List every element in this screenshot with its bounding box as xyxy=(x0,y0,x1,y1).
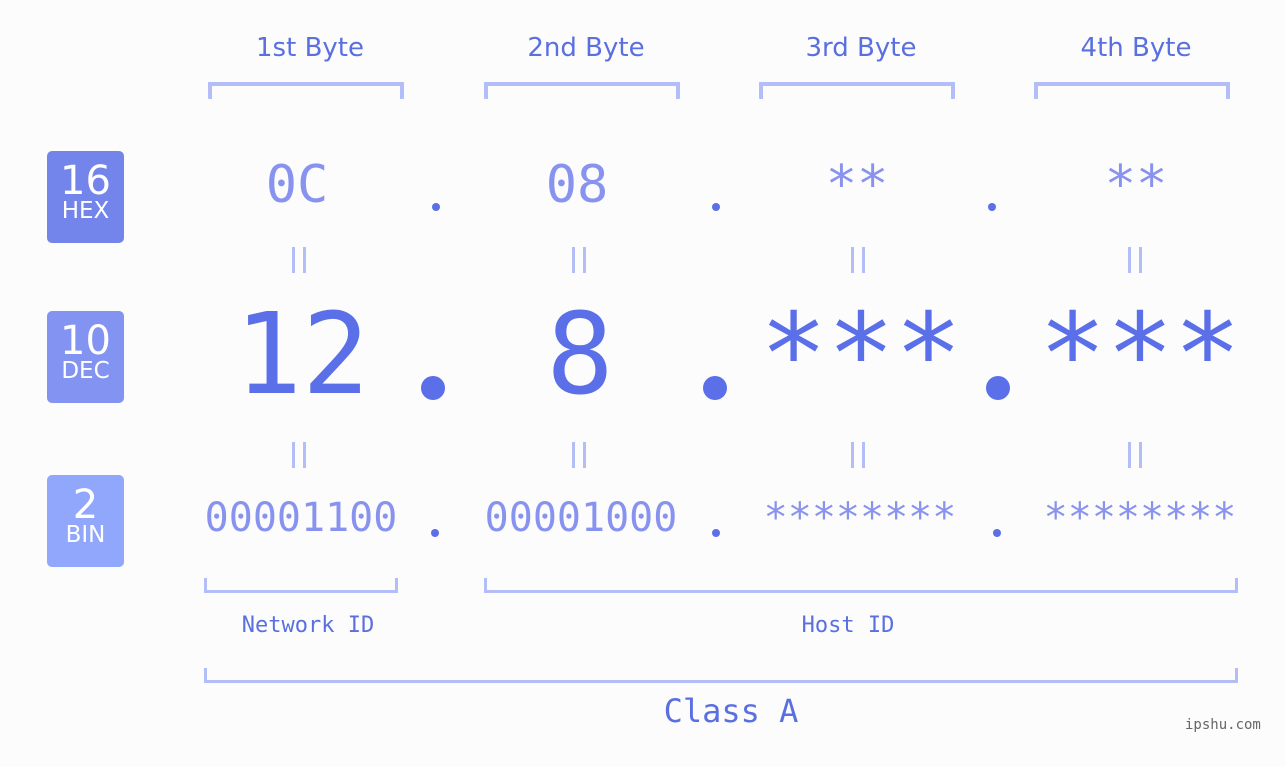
bin-badge-label: BIN xyxy=(65,522,106,548)
byte-bracket-4 xyxy=(1034,82,1230,99)
hex-separator-1 xyxy=(432,203,440,211)
dec-badge-number: 10 xyxy=(60,318,111,364)
byte-bracket-3 xyxy=(759,82,955,99)
dec-separator-3 xyxy=(986,376,1010,400)
hex-badge: 16 HEX xyxy=(47,151,124,243)
bin-byte-4: ******** xyxy=(1043,495,1237,541)
byte-header-4: 4th Byte xyxy=(1080,33,1192,63)
equals-icon xyxy=(572,442,586,468)
bin-badge: 2 BIN xyxy=(47,475,124,567)
hex-byte-2: 08 xyxy=(545,155,609,215)
byte-header-1: 1st Byte xyxy=(256,33,364,63)
equals-icon xyxy=(1128,442,1142,468)
byte-header-2: 2nd Byte xyxy=(527,33,645,63)
hex-separator-2 xyxy=(712,203,720,211)
bin-byte-2: 00001000 xyxy=(484,495,678,541)
hex-badge-label: HEX xyxy=(61,198,110,224)
network-id-bracket xyxy=(204,578,398,593)
byte-bracket-1 xyxy=(208,82,404,99)
watermark: ipshu.com xyxy=(1185,717,1261,733)
class-bracket xyxy=(204,668,1238,683)
byte-bracket-2 xyxy=(484,82,680,99)
equals-icon xyxy=(572,247,586,273)
dec-byte-1: 12 xyxy=(234,290,370,420)
class-label: Class A xyxy=(663,692,799,730)
equals-icon xyxy=(851,442,865,468)
equals-icon xyxy=(292,442,306,468)
dec-separator-2 xyxy=(703,376,727,400)
hex-badge-number: 16 xyxy=(60,158,111,204)
dec-byte-3: *** xyxy=(759,290,963,420)
dec-separator-1 xyxy=(421,376,445,400)
dec-byte-2: 8 xyxy=(546,290,614,420)
equals-icon xyxy=(851,247,865,273)
equals-icon xyxy=(1128,247,1142,273)
host-id-label: Host ID xyxy=(801,613,895,638)
hex-byte-4: ** xyxy=(1104,155,1168,215)
hex-separator-3 xyxy=(988,203,996,211)
bin-separator-3 xyxy=(993,529,1001,537)
network-id-label: Network ID xyxy=(241,613,375,638)
bin-badge-number: 2 xyxy=(72,482,99,528)
hex-byte-1: 0C xyxy=(265,155,329,215)
bin-separator-2 xyxy=(712,529,720,537)
dec-badge-label: DEC xyxy=(61,358,110,384)
bin-separator-1 xyxy=(431,529,439,537)
hex-byte-3: ** xyxy=(825,155,889,215)
bin-byte-1: 00001100 xyxy=(204,495,398,541)
bin-byte-3: ******** xyxy=(763,495,957,541)
equals-icon xyxy=(292,247,306,273)
dec-byte-4: *** xyxy=(1038,290,1242,420)
dec-badge: 10 DEC xyxy=(47,311,124,403)
host-id-bracket xyxy=(484,578,1238,593)
byte-header-3: 3rd Byte xyxy=(805,33,917,63)
